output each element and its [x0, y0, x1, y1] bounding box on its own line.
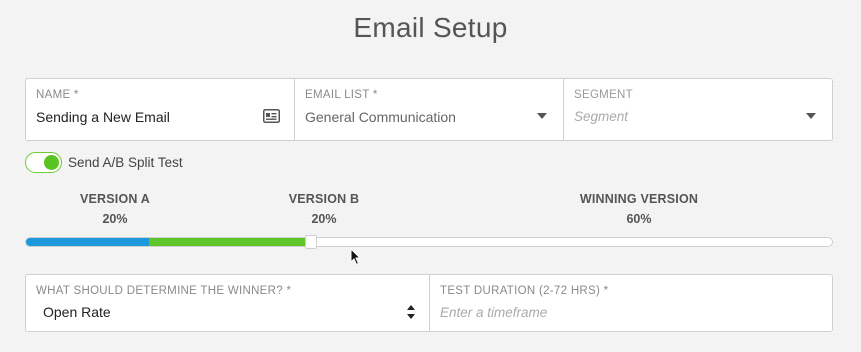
- mouse-cursor-icon: [350, 247, 362, 271]
- winning-version-percent: 60%: [626, 212, 652, 226]
- chevron-down-icon[interactable]: [806, 113, 816, 119]
- ab-split-label: Send A/B Split Test: [68, 155, 183, 170]
- split-slider-handle[interactable]: [305, 235, 317, 249]
- version-b-bar: [149, 238, 307, 246]
- select-updown-icon[interactable]: [407, 305, 415, 324]
- ab-split-toggle[interactable]: [25, 152, 62, 173]
- email-list-value[interactable]: General Communication: [305, 109, 456, 125]
- winning-version-label: WINNING VERSION: [579, 192, 699, 206]
- email-list-dropdown[interactable]: EMAIL LIST * General Communication: [295, 79, 564, 140]
- split-slider[interactable]: [25, 235, 833, 249]
- name-label: NAME *: [36, 89, 79, 101]
- name-value[interactable]: Sending a New Email: [36, 109, 170, 125]
- version-b-label: VERSION B: [288, 192, 360, 206]
- chevron-down-icon[interactable]: [537, 113, 547, 119]
- winner-criteria-select[interactable]: WHAT SHOULD DETERMINE THE WINNER? * Open…: [26, 275, 430, 331]
- ab-split-toggle-row: Send A/B Split Test: [25, 152, 183, 173]
- winner-criteria-label: WHAT SHOULD DETERMINE THE WINNER? *: [36, 285, 292, 297]
- test-duration-placeholder[interactable]: Enter a timeframe: [440, 305, 547, 320]
- test-duration-label: TEST DURATION (2-72 HRS) *: [440, 285, 609, 297]
- contact-card-icon[interactable]: [263, 109, 280, 128]
- version-b-percent: 20%: [311, 212, 337, 226]
- version-a-percent: 20%: [102, 212, 128, 226]
- segment-dropdown[interactable]: SEGMENT Segment: [564, 79, 832, 140]
- toggle-knob[interactable]: [44, 155, 59, 170]
- winner-criteria-value[interactable]: Open Rate: [43, 304, 111, 320]
- email-details-row: NAME * Sending a New Email EMAIL LIST * …: [25, 78, 833, 141]
- email-list-label: EMAIL LIST *: [305, 89, 378, 101]
- winner-settings-row: WHAT SHOULD DETERMINE THE WINNER? * Open…: [25, 274, 833, 332]
- test-duration-field[interactable]: TEST DURATION (2-72 HRS) * Enter a timef…: [430, 275, 832, 331]
- version-a-bar: [26, 238, 149, 246]
- page-title: Email Setup: [353, 12, 508, 43]
- version-a-label: VERSION A: [79, 192, 151, 206]
- segment-label: SEGMENT: [574, 89, 633, 101]
- name-field[interactable]: NAME * Sending a New Email: [26, 79, 295, 140]
- segment-placeholder[interactable]: Segment: [574, 109, 628, 124]
